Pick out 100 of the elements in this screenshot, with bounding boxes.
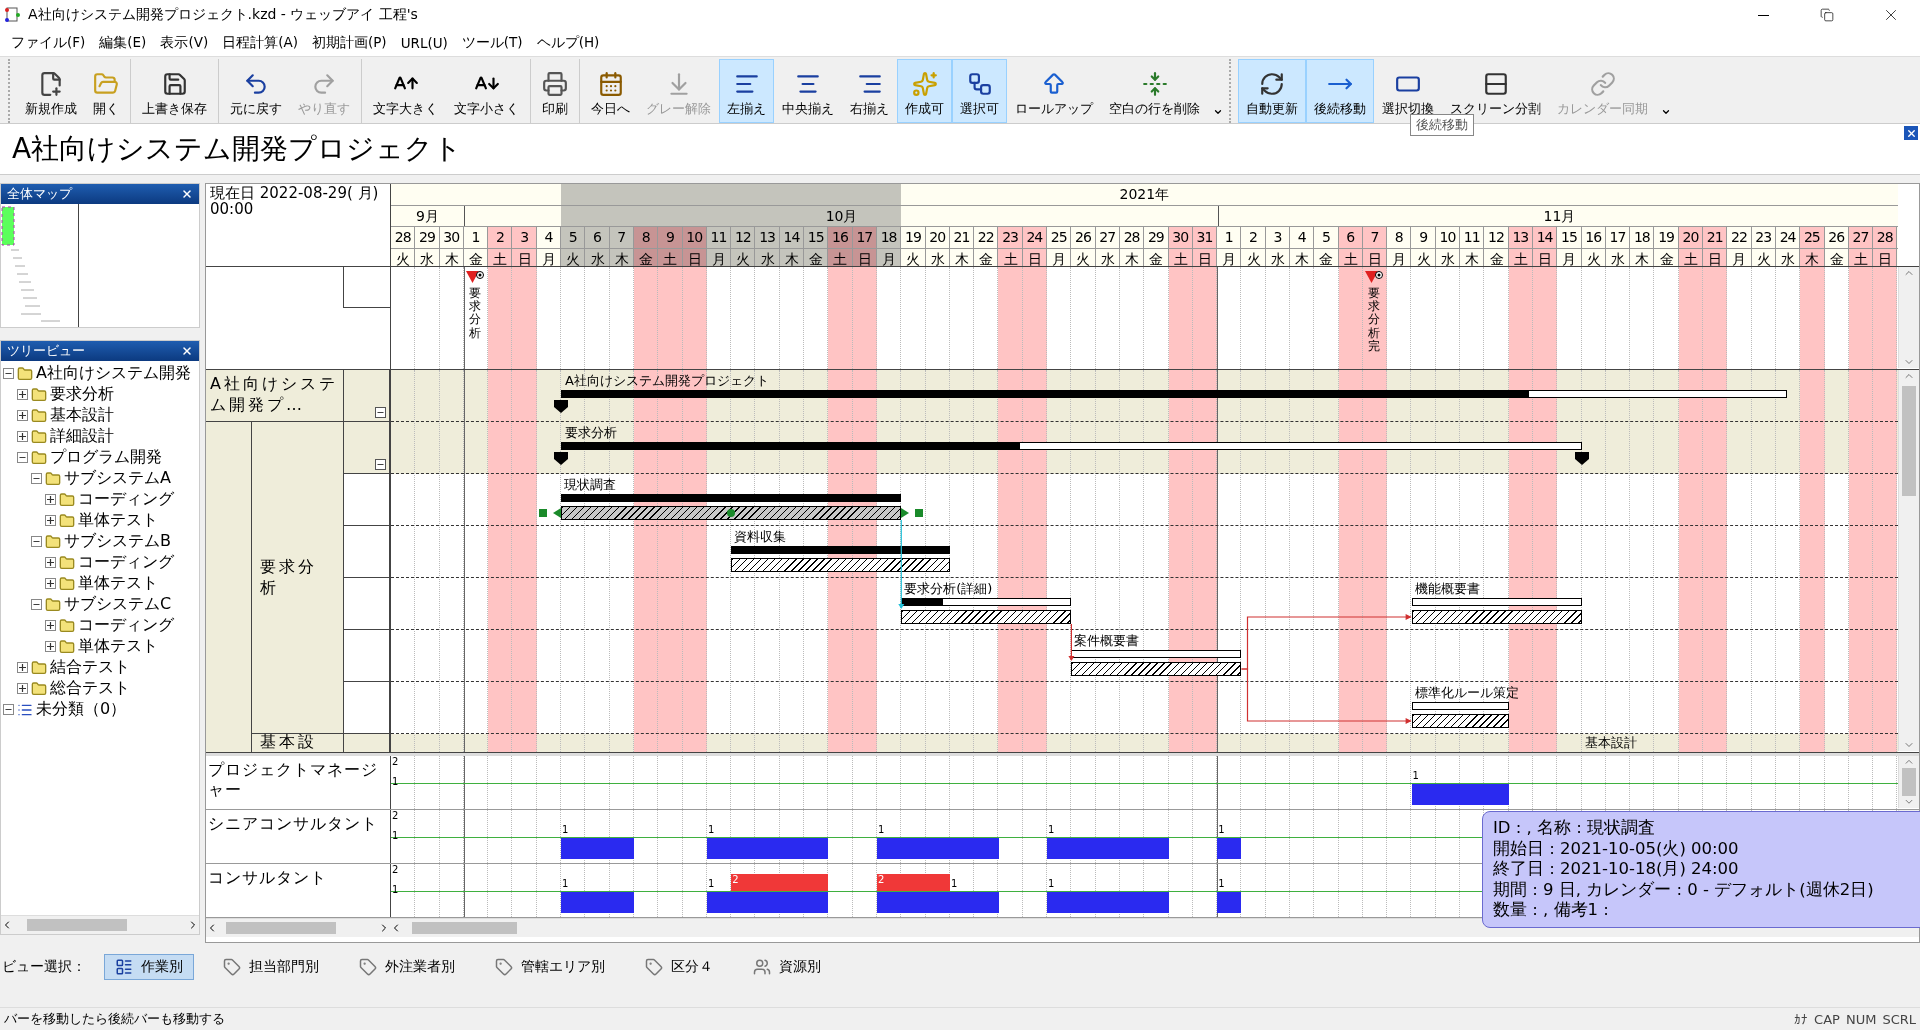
day-header: 27 [1095, 227, 1120, 248]
weekday-header: 水 [1265, 248, 1290, 266]
day-header: 9 [1411, 227, 1436, 248]
day-header: 23 [998, 227, 1023, 248]
day-header: 21 [949, 227, 975, 248]
day-header: 22 [1727, 227, 1752, 248]
day-header: 14 [1532, 227, 1558, 248]
scale-label: 1 [392, 776, 399, 787]
day-header: 10 [682, 227, 707, 248]
load-value: 1 [1412, 770, 1419, 781]
weekday-header: 木 [1460, 248, 1485, 266]
status-message: バーを移動したら後続バーも移動する [4, 1010, 225, 1028]
resource-label: コンサルタント [207, 867, 328, 889]
bar-label: 基本設計 [1584, 735, 1637, 750]
month-header: 11月 [1219, 205, 1898, 226]
tooltip-line: 開始日 : 2021-10-05(火) 00:00 [1493, 838, 1739, 859]
window-title: A社向けシステム開発プロジェクト.kzd - ウェッブアイ 工程's [28, 6, 419, 24]
resource-label: シニアコンサルタント [207, 813, 379, 835]
year-header: 2021年 [1119, 185, 1170, 204]
status-indicator: NUM [1845, 1011, 1877, 1027]
status-indicator: ｶﾅ [1794, 1011, 1809, 1027]
day-header: 9 [658, 227, 683, 248]
day-header: 18 [1630, 227, 1655, 248]
day-header: 13 [755, 227, 780, 248]
scale-label: 1 [392, 830, 399, 841]
day-header: 20 [925, 227, 950, 248]
weekday-header: 水 [1095, 248, 1120, 266]
load-value: 1 [562, 824, 569, 835]
load-value: 1 [878, 824, 885, 835]
scale-label: 1 [392, 884, 399, 895]
weekday-header: 木 [949, 248, 975, 266]
day-header: 27 [1848, 227, 1874, 248]
day-header: 16 [1581, 227, 1606, 248]
bar-label: 要求分析 [565, 425, 618, 440]
weekday-header: 木 [1119, 248, 1145, 266]
weekday-header: 木 [1290, 248, 1315, 266]
scale-label: 2 [392, 756, 399, 767]
day-header: 20 [1678, 227, 1704, 248]
weekday-header: 火 [391, 248, 416, 266]
day-header: 25 [1047, 227, 1072, 248]
group-label: 基本設 [259, 734, 318, 750]
tooltip-line: 期間 : 9 日, カレンダー : 0 - デフォルト(週休2日) [1493, 879, 1874, 900]
day-header: 29 [1144, 227, 1169, 248]
load-value: 1 [950, 878, 958, 889]
panel-title: 全体マップ [7, 185, 72, 203]
day-header: 4 [1290, 227, 1315, 248]
weekday-header: 火 [901, 248, 926, 266]
day-header: 25 [1800, 227, 1825, 248]
day-header: 8 [633, 227, 659, 248]
day-header: 7 [609, 227, 634, 248]
bar-label: 現状調査 [564, 477, 617, 492]
day-header: 28 [1873, 227, 1898, 248]
day-header: 6 [1338, 227, 1363, 248]
day-header: 14 [779, 227, 805, 248]
weekday-header: 水 [925, 248, 950, 266]
load-value: 1 [707, 824, 715, 835]
load-value: 1 [1048, 824, 1055, 835]
status-indicator: SCRL [1882, 1011, 1916, 1027]
day-header: 30 [1168, 227, 1193, 248]
document-title: A社向けシステム開発プロジェクト [12, 131, 463, 167]
day-header: 12 [731, 227, 756, 248]
bar-label: 標準化ルール策定 [1414, 685, 1519, 700]
bar-label: 機能概要書 [1414, 581, 1480, 596]
weekday-header: 火 [1071, 248, 1096, 266]
tooltip-line: 終了日 : 2021-10-18(月) 24:00 [1493, 859, 1739, 880]
scale-label: 2 [392, 810, 399, 821]
day-header: 26 [1824, 227, 1849, 248]
day-header: 3 [512, 227, 537, 248]
bar-label: 資料収集 [734, 529, 787, 544]
day-header: 26 [1071, 227, 1096, 248]
day-header: 5 [561, 227, 586, 248]
load-value: 1 [707, 878, 715, 889]
weekday-header: 金 [1314, 248, 1339, 266]
load-value: 1 [1048, 878, 1055, 889]
scale-label: 2 [392, 864, 399, 875]
day-header: 19 [901, 227, 926, 248]
bar-label: 要求分析(詳細) [904, 581, 993, 596]
day-header: 23 [1751, 227, 1776, 248]
bar-label: 案件概要書 [1074, 633, 1140, 648]
weekday-header: 火 [1241, 248, 1266, 266]
weekday-header: 金 [1654, 248, 1679, 266]
resource-label: プロジェクトマネージャー [207, 759, 379, 801]
load-value: 1 [562, 878, 569, 889]
day-header: 31 [1192, 227, 1218, 248]
weekday-header: 木 [439, 248, 464, 266]
weekday-header: 金 [1484, 248, 1509, 266]
day-header: 17 [852, 227, 877, 248]
day-header: 13 [1508, 227, 1533, 248]
day-header: 1 [1217, 227, 1242, 248]
day-header: 8 [1387, 227, 1412, 248]
day-header: 10 [1435, 227, 1461, 248]
day-header: 29 [415, 227, 440, 248]
bar-label: A社向けシステム開発プロジェクト [565, 373, 769, 388]
current-date: 現在日 2022-08-29( 月) 00:00 [209, 184, 380, 220]
milestone-label: 要求分析完 [1368, 287, 1380, 353]
day-header: 11 [706, 227, 732, 248]
weekday-header: 火 [1751, 248, 1776, 266]
month-header: 10月 [464, 205, 1220, 226]
day-header: 24 [1022, 227, 1047, 248]
weekday-header: 水 [1605, 248, 1631, 266]
